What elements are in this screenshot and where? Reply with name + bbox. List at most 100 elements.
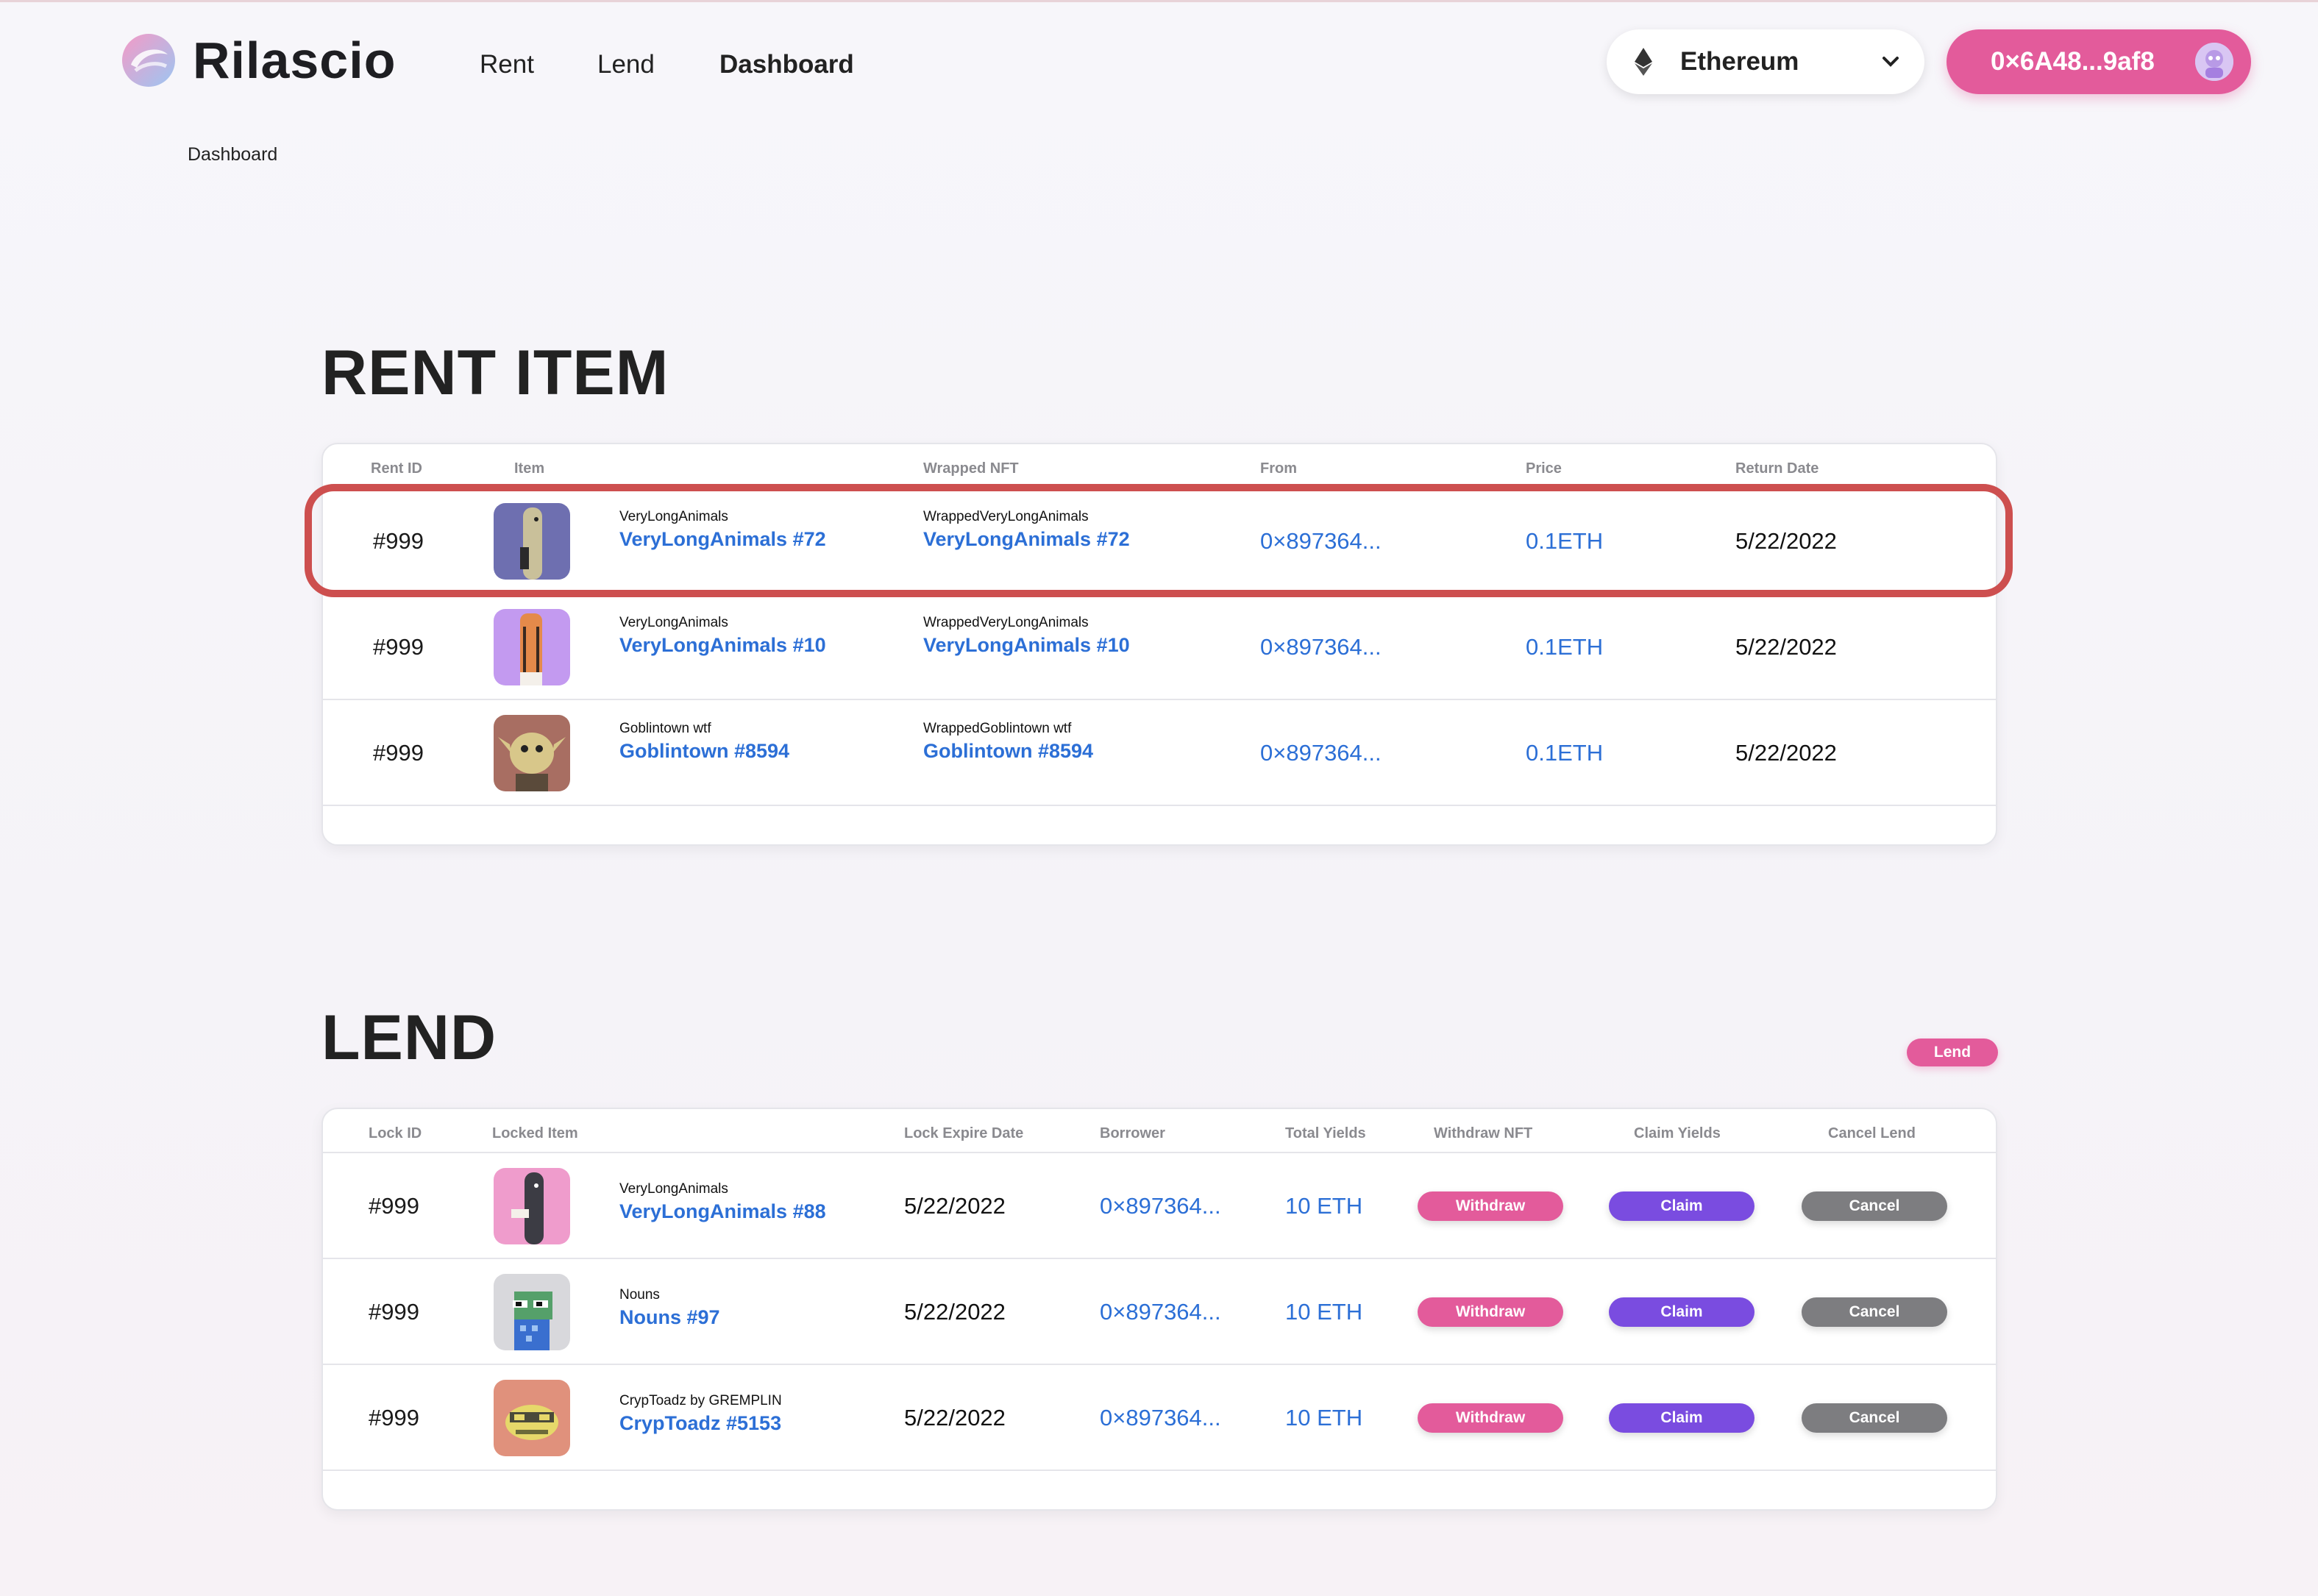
- column-header: From: [1260, 460, 1297, 477]
- wrapped-info: WrappedGoblintown wtf Goblintown #8594: [923, 721, 1093, 763]
- nft-link[interactable]: Nouns #97: [619, 1306, 720, 1329]
- return-date: 5/22/2022: [1735, 528, 1837, 554]
- item-info: VeryLongAnimals VeryLongAnimals #10: [619, 615, 826, 657]
- price: 0.1ETH: [1526, 740, 1604, 766]
- borrower-address-link[interactable]: 0×897364...: [1100, 1405, 1221, 1431]
- price: 0.1ETH: [1526, 528, 1604, 554]
- table-row[interactable]: #999 VeryLongAnimals VeryLongAnimals #72…: [323, 488, 1996, 594]
- total-yields: 10 ETH: [1285, 1193, 1363, 1219]
- wrapped-nft-link[interactable]: VeryLongAnimals #10: [923, 634, 1130, 657]
- nft-thumbnail[interactable]: [494, 1274, 570, 1350]
- logo-icon: [121, 32, 177, 88]
- total-yields: 10 ETH: [1285, 1299, 1363, 1325]
- nft-thumbnail[interactable]: [494, 609, 570, 685]
- table-row[interactable]: #999 Goblintown wtf Goblintown #8594 Wra…: [323, 700, 1996, 806]
- collection-name: VeryLongAnimals: [619, 1181, 728, 1197]
- avatar: [2195, 43, 2233, 81]
- withdraw-button[interactable]: Withdraw: [1418, 1297, 1563, 1327]
- return-date: 5/22/2022: [1735, 740, 1837, 766]
- column-header: Claim Yields: [1634, 1125, 1721, 1141]
- table-row[interactable]: #999 VeryLongAnimals VeryLongAnimals #88…: [323, 1153, 1996, 1259]
- item-info: CrypToadz by GREMPLIN CrypToadz #5153: [619, 1393, 782, 1435]
- borrower-address-link[interactable]: 0×897364...: [1100, 1193, 1221, 1219]
- cancel-button[interactable]: Cancel: [1802, 1403, 1947, 1433]
- app-name: Rilascio: [193, 32, 397, 89]
- claim-button[interactable]: Claim: [1609, 1403, 1755, 1433]
- nft-link[interactable]: Goblintown #8594: [619, 740, 789, 763]
- chevron-down-icon: [1879, 50, 1902, 74]
- wallet-button[interactable]: 0×6A48...9af8: [1947, 29, 2251, 94]
- rent-id: #999: [373, 528, 424, 554]
- column-header: Total Yields: [1285, 1125, 1366, 1141]
- table-row[interactable]: #999 Nouns Nouns #97 5/22/2022 0×897364.…: [323, 1259, 1996, 1365]
- lock-expire-date: 5/22/2022: [904, 1405, 1006, 1431]
- rent-id: #999: [373, 634, 424, 660]
- breadcrumb: Dashboard: [188, 144, 278, 165]
- lock-id: #999: [369, 1299, 419, 1325]
- wrapped-nft-link[interactable]: VeryLongAnimals #72: [923, 528, 1130, 551]
- nft-link[interactable]: VeryLongAnimals #72: [619, 528, 826, 551]
- collection-name: CrypToadz by GREMPLIN: [619, 1393, 782, 1408]
- lend-section-title: LEND: [321, 1002, 497, 1073]
- column-header: Locked Item: [492, 1125, 578, 1141]
- nft-link[interactable]: CrypToadz #5153: [619, 1412, 782, 1435]
- column-header: Lock Expire Date: [904, 1125, 1024, 1141]
- ethereum-icon: [1629, 47, 1658, 76]
- collection-name: Nouns: [619, 1287, 660, 1303]
- withdraw-button[interactable]: Withdraw: [1418, 1403, 1563, 1433]
- lock-id: #999: [369, 1193, 419, 1219]
- lend-button[interactable]: Lend: [1907, 1039, 1998, 1066]
- wrapped-info: WrappedVeryLongAnimals VeryLongAnimals #…: [923, 509, 1130, 551]
- nft-thumbnail[interactable]: [494, 1380, 570, 1456]
- lock-expire-date: 5/22/2022: [904, 1299, 1006, 1325]
- column-header: Cancel Lend: [1828, 1125, 1916, 1141]
- logo[interactable]: Rilascio: [121, 31, 396, 90]
- claim-button[interactable]: Claim: [1609, 1297, 1755, 1327]
- item-info: Nouns Nouns #97: [619, 1287, 720, 1329]
- column-header: Wrapped NFT: [923, 460, 1019, 477]
- from-address-link[interactable]: 0×897364...: [1260, 740, 1382, 766]
- collection-name: Goblintown wtf: [619, 721, 711, 736]
- return-date: 5/22/2022: [1735, 634, 1837, 660]
- nft-thumbnail[interactable]: [494, 1168, 570, 1244]
- rent-id: #999: [373, 740, 424, 766]
- from-address-link[interactable]: 0×897364...: [1260, 528, 1382, 555]
- wrapped-nft-link[interactable]: Goblintown #8594: [923, 740, 1093, 763]
- rent-section-title: RENT ITEM: [321, 338, 669, 408]
- withdraw-button[interactable]: Withdraw: [1418, 1191, 1563, 1221]
- nav-lend[interactable]: Lend: [597, 50, 655, 79]
- lend-table: Lock ID Locked Item Lock Expire Date Bor…: [321, 1108, 1997, 1511]
- item-info: VeryLongAnimals VeryLongAnimals #88: [619, 1181, 826, 1223]
- table-row[interactable]: #999 CrypToadz by GREMPLIN CrypToadz #51…: [323, 1365, 1996, 1471]
- item-info: VeryLongAnimals VeryLongAnimals #72: [619, 509, 826, 551]
- wrapped-collection-name: WrappedVeryLongAnimals: [923, 615, 1089, 630]
- rent-table-header: Rent ID Item Wrapped NFT From Price Retu…: [323, 444, 1996, 488]
- nav-rent[interactable]: Rent: [480, 50, 534, 79]
- borrower-address-link[interactable]: 0×897364...: [1100, 1299, 1221, 1325]
- nft-thumbnail[interactable]: [494, 715, 570, 791]
- cancel-button[interactable]: Cancel: [1802, 1297, 1947, 1327]
- nft-thumbnail[interactable]: [494, 503, 570, 580]
- cancel-button[interactable]: Cancel: [1802, 1191, 1947, 1221]
- table-row[interactable]: #999 VeryLongAnimals VeryLongAnimals #10…: [323, 594, 1996, 700]
- lock-expire-date: 5/22/2022: [904, 1193, 1006, 1219]
- column-header: Item: [514, 460, 545, 477]
- nft-link[interactable]: VeryLongAnimals #10: [619, 634, 826, 657]
- column-header: Borrower: [1100, 1125, 1165, 1141]
- claim-button[interactable]: Claim: [1609, 1191, 1755, 1221]
- nav-dashboard[interactable]: Dashboard: [719, 50, 854, 79]
- price: 0.1ETH: [1526, 634, 1604, 660]
- wallet-address: 0×6A48...9af8: [1991, 47, 2155, 76]
- chain-selector[interactable]: Ethereum: [1607, 29, 1924, 94]
- rent-table: Rent ID Item Wrapped NFT From Price Retu…: [321, 443, 1997, 846]
- from-address-link[interactable]: 0×897364...: [1260, 634, 1382, 660]
- collection-name: VeryLongAnimals: [619, 615, 728, 630]
- top-border: [0, 0, 2318, 2]
- collection-name: VeryLongAnimals: [619, 509, 728, 524]
- nft-link[interactable]: VeryLongAnimals #88: [619, 1200, 826, 1223]
- wrapped-collection-name: WrappedVeryLongAnimals: [923, 509, 1089, 524]
- column-header: Return Date: [1735, 460, 1819, 477]
- lock-id: #999: [369, 1405, 419, 1431]
- item-info: Goblintown wtf Goblintown #8594: [619, 721, 789, 763]
- column-header: Price: [1526, 460, 1562, 477]
